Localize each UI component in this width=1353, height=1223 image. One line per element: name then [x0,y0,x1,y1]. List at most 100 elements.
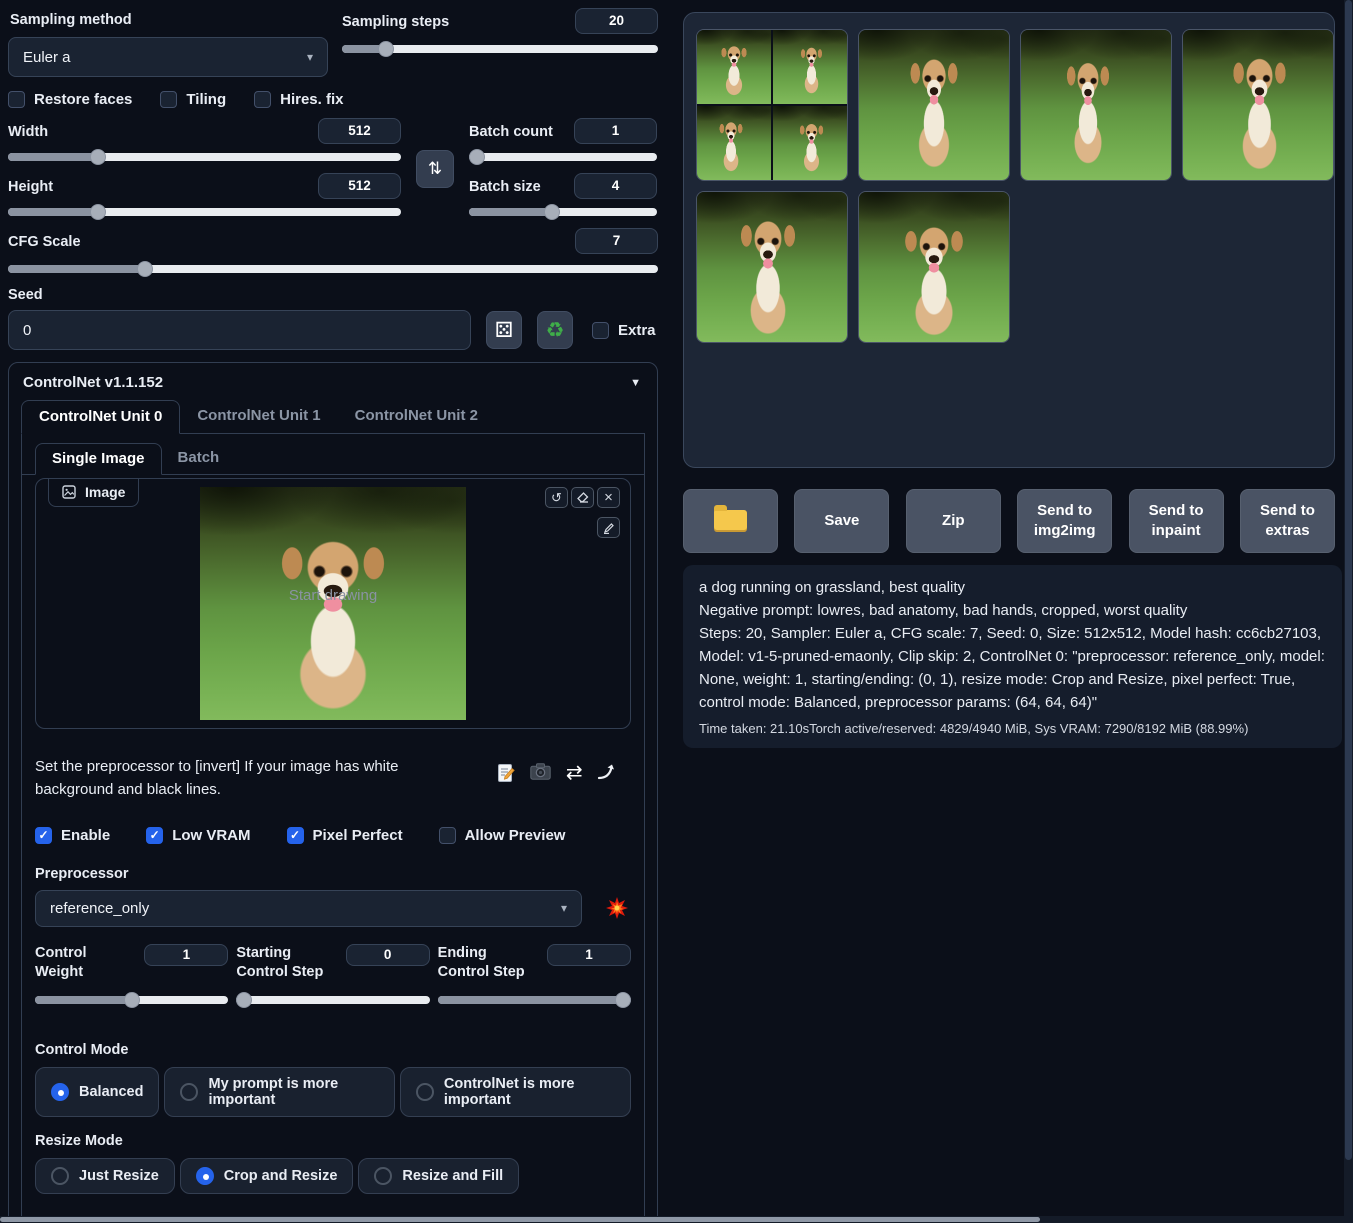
radio-label: Resize and Fill [402,1168,503,1184]
low-vram-label: Low VRAM [172,827,250,844]
pencil-icon [603,522,615,534]
erase-button[interactable] [571,487,594,508]
batch-count-slider[interactable] [469,149,657,165]
gallery-item-grid[interactable] [696,29,848,181]
ending-step-input[interactable]: 1 [547,944,631,966]
swap-width-height-button[interactable]: ⇅ [416,150,454,188]
picture-icon [62,485,76,499]
radio-crop-and-resize[interactable]: Crop and Resize [180,1158,354,1194]
restore-faces-checkbox[interactable]: Restore faces [8,91,132,108]
checkbox-box [592,322,609,339]
webcam-button[interactable] [530,763,551,780]
sampling-steps-label: Sampling steps [342,14,449,30]
enable-checkbox[interactable]: ✓ Enable [35,827,110,844]
controlnet-panel: ControlNet v1.1.152 ▼ ControlNet Unit 0 … [8,362,658,1223]
sketch-button[interactable] [597,517,620,538]
control-weight-slider[interactable] [35,992,228,1008]
ending-step-slider[interactable] [438,992,631,1008]
control-weight-label: Control Weight [35,944,136,983]
allow-preview-checkbox[interactable]: Allow Preview [439,827,566,844]
hires-fix-checkbox[interactable]: Hires. fix [254,91,343,108]
send-to-extras-button[interactable]: Send to extras [1240,489,1335,553]
width-slider[interactable] [8,149,401,165]
scrollbar-thumb[interactable] [0,1217,1040,1222]
extra-seed-checkbox[interactable]: Extra [592,322,656,339]
tab-controlnet-unit-1[interactable]: ControlNet Unit 1 [180,400,337,433]
starting-step-input[interactable]: 0 [346,944,430,966]
undo-button[interactable]: ↺ [545,487,568,508]
height-label: Height [8,179,53,195]
controlnet-accordion-header[interactable]: ControlNet v1.1.152 ▼ [9,363,657,400]
sampling-method-dropdown[interactable]: Euler a ▾ [8,37,328,77]
scrollbar-thumb[interactable] [1345,0,1352,1160]
preprocessor-value: reference_only [50,900,551,917]
starting-step-slider[interactable] [236,992,429,1008]
radio-resize-and-fill[interactable]: Resize and Fill [358,1158,519,1194]
gallery-item-1[interactable] [858,29,1010,181]
gallery-item-4[interactable] [696,191,848,343]
sampling-steps-input[interactable]: 20 [575,8,658,34]
batch-size-input[interactable]: 4 [574,173,657,199]
checkbox-box [8,91,25,108]
new-canvas-button[interactable] [496,763,516,783]
height-input[interactable]: 512 [318,173,401,199]
check-icon: ✓ [38,829,48,841]
tiling-checkbox[interactable]: Tiling [160,91,226,108]
send-to-img2img-button[interactable]: Send to img2img [1017,489,1112,553]
camera-icon [530,763,551,780]
run-preprocessor-button[interactable] [606,897,628,919]
width-input[interactable]: 512 [318,118,401,144]
clear-image-button[interactable]: × [597,487,620,508]
horizontal-scrollbar[interactable] [0,1216,1353,1223]
ending-step-label: Ending Control Step [438,944,539,983]
tab-single-image[interactable]: Single Image [35,443,162,475]
tab-controlnet-unit-0[interactable]: ControlNet Unit 0 [21,400,180,434]
save-button[interactable]: Save [794,489,889,553]
explosion-icon [606,897,628,919]
zip-button[interactable]: Zip [906,489,1001,553]
open-folder-button[interactable] [683,489,778,553]
low-vram-checkbox[interactable]: ✓ Low VRAM [146,827,250,844]
sampling-steps-slider[interactable] [342,41,658,57]
radio-prompt-important[interactable]: My prompt is more important [164,1067,394,1117]
seed-input[interactable] [8,310,471,350]
start-drawing-hint: Start drawing [289,587,377,604]
controlnet-image-upload[interactable]: Image ↺ × [35,478,631,729]
cfg-scale-slider[interactable] [8,261,658,277]
pixel-perfect-checkbox[interactable]: ✓ Pixel Perfect [287,827,403,844]
control-mode-label: Control Mode [35,1042,128,1058]
random-seed-button[interactable]: ⚄ [486,311,522,349]
vertical-scrollbar[interactable] [1344,0,1353,1223]
send-dimensions-button[interactable] [597,763,617,781]
mirror-webcam-button[interactable]: ⇄ [566,763,583,783]
radio-controlnet-important[interactable]: ControlNet is more important [400,1067,631,1117]
cfg-scale-input[interactable]: 7 [575,228,658,254]
result-gallery [683,12,1335,468]
control-weight-input[interactable]: 1 [144,944,228,966]
dice-icon: ⚄ [495,318,513,343]
sampling-method-label: Sampling method [10,12,328,28]
invert-instructions: Set the preprocessor to [invert] If your… [35,755,472,802]
send-to-inpaint-button[interactable]: Send to inpaint [1129,489,1224,553]
settings-column: Sampling method Euler a ▾ Sampling steps… [8,8,658,1223]
tab-controlnet-unit-2[interactable]: ControlNet Unit 2 [338,400,495,433]
batch-count-input[interactable]: 1 [574,118,657,144]
curved-arrow-icon [597,763,617,781]
height-slider[interactable] [8,204,401,220]
reuse-seed-button[interactable]: ♻ [537,311,573,349]
radio-just-resize[interactable]: Just Resize [35,1158,175,1194]
gallery-item-5[interactable] [858,191,1010,343]
batch-size-slider[interactable] [469,204,657,220]
tab-batch[interactable]: Batch [162,443,236,474]
negative-prompt-text: Negative prompt: lowres, bad anatomy, ba… [699,599,1326,622]
time-taken-text: Time taken: 21.10sTorch active/reserved:… [699,721,1326,736]
cfg-scale-field: CFG Scale 7 [8,228,658,277]
swap-dims-icon: ⇅ [428,159,442,179]
preprocessor-dropdown[interactable]: reference_only ▾ [35,890,582,927]
radio-label: ControlNet is more important [444,1076,615,1108]
gallery-item-2[interactable] [1020,29,1172,181]
grid-thumb [773,106,847,180]
check-icon: ✓ [150,829,160,841]
gallery-item-3[interactable] [1182,29,1334,181]
radio-balanced[interactable]: Balanced [35,1067,159,1117]
